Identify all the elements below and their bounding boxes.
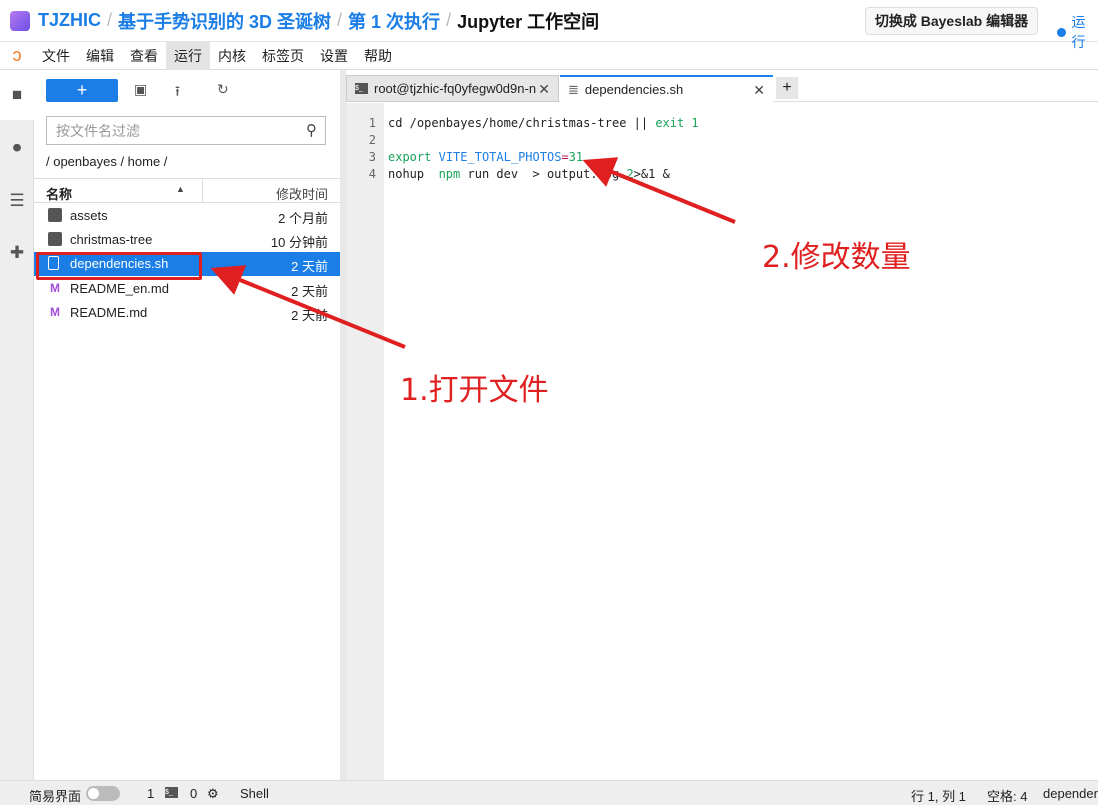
new-launcher-button[interactable]: + xyxy=(46,79,118,102)
file-row[interactable]: assets 2 个月前 xyxy=(34,204,340,228)
file-browser: + ▣ ⭱ ↻ 按文件名过滤 ⚲ / openbayes / home / 名称 … xyxy=(34,70,340,780)
simple-mode-label: 简易界面 xyxy=(29,789,82,804)
filter-input[interactable]: 按文件名过滤 ⚲ xyxy=(46,116,326,145)
terminal-icon: $_ xyxy=(355,83,368,94)
kernel-count[interactable]: 0 xyxy=(190,786,197,801)
file-name: README.md xyxy=(70,305,148,320)
code-line: nohup npm run dev > output.log 2>&1 & xyxy=(388,167,670,181)
column-modified[interactable]: 修改时间 xyxy=(276,184,328,203)
markdown-icon: M xyxy=(50,305,60,319)
file-list-header: 名称 ▲ 修改时间 xyxy=(34,178,340,203)
code-line: export VITE_TOTAL_PHOTOS=31 xyxy=(388,150,584,164)
file-time: 2 个月前 xyxy=(278,211,328,226)
terminal-icon: $_ xyxy=(165,787,178,798)
tab-label: dependencies.sh xyxy=(584,82,684,97)
breadcrumb-current: Jupyter 工作空间 xyxy=(457,11,600,32)
sort-asc-icon: ▲ xyxy=(176,184,185,194)
menu-settings[interactable]: 设置 xyxy=(312,42,356,70)
new-tab-button[interactable]: + xyxy=(776,77,798,99)
tab-bar: $_ root@tjzhic-fq0yfegw0d9n-n ✕ ≣ dependenc… xyxy=(346,75,1098,102)
menu-run[interactable]: 运行 xyxy=(166,41,210,70)
annotation-step1: 1.打开文件 xyxy=(400,373,549,408)
file-time: 2 天前 xyxy=(291,308,328,323)
upload-icon[interactable]: ⭱ xyxy=(175,81,180,105)
menu-bar: ↄ 文件 编辑 查看 运行 内核 标签页 设置 帮助 xyxy=(0,41,1098,70)
menu-tabs[interactable]: 标签页 xyxy=(254,42,312,70)
activity-bar: ■ ⏺ ☰ ✚ xyxy=(0,70,34,780)
annotation-step2: 2.修改数量 xyxy=(762,240,911,275)
menu-file[interactable]: 文件 xyxy=(34,42,78,70)
current-path[interactable]: / openbayes / home / xyxy=(46,154,167,169)
status-bar: 简易界面 1 $_ 0 ⚙ Shell 行 1, 列 1 空格: 4 depen… xyxy=(0,780,1098,805)
app-logo xyxy=(10,10,30,31)
toc-icon[interactable]: ☰ xyxy=(7,191,27,211)
column-name[interactable]: 名称 xyxy=(46,184,72,203)
folder-icon xyxy=(48,232,62,246)
text-file-icon: ≣ xyxy=(568,81,579,97)
markdown-icon: M xyxy=(50,281,60,295)
file-time: 2 天前 xyxy=(291,284,328,299)
new-folder-icon[interactable]: ▣ xyxy=(134,81,147,98)
menu-edit[interactable]: 编辑 xyxy=(78,42,122,70)
folder-icon xyxy=(48,208,62,222)
tab-label: root@tjzhic-fq0yfegw0d9n-n xyxy=(374,81,537,96)
menu-help[interactable]: 帮助 xyxy=(356,42,400,70)
running-icon[interactable]: ⏺ xyxy=(7,138,27,158)
tab-terminal[interactable]: $_ root@tjzhic-fq0yfegw0d9n-n ✕ xyxy=(346,75,559,102)
file-row[interactable]: M README.md 2 天前 xyxy=(34,301,340,325)
switch-editor-button[interactable]: 切换成 Bayeslab 编辑器 xyxy=(865,7,1038,35)
line-number: 1 xyxy=(368,116,376,130)
simple-mode-toggle[interactable] xyxy=(86,786,120,801)
search-icon: ⚲ xyxy=(306,122,317,139)
menu-view[interactable]: 查看 xyxy=(122,42,166,70)
file-time: 2 天前 xyxy=(291,259,328,274)
shell-label: Shell xyxy=(240,786,269,801)
folder-icon[interactable]: ■ xyxy=(7,85,27,105)
file-name: assets xyxy=(70,208,108,223)
breadcrumb: TJZHIC / 基于手势识别的 3D 圣诞树 / 第 1 次执行 / Jupyter… xyxy=(38,8,599,34)
refresh-icon[interactable]: ↻ xyxy=(217,81,229,98)
code-line: cd /openbayes/home/christmas-tree || exi… xyxy=(388,116,699,130)
kernel-icon: ⚙ xyxy=(207,786,219,801)
file-row[interactable]: christmas-tree 10 分钟前 xyxy=(34,228,340,252)
code-editor[interactable]: 1 2 3 4 cd /openbayes/home/christmas-tre… xyxy=(346,103,1098,780)
tab-dependencies[interactable]: ≣ dependencies.sh ✕ xyxy=(560,75,773,102)
menu-kernel[interactable]: 内核 xyxy=(210,42,254,70)
file-name: christmas-tree xyxy=(70,232,153,247)
terminal-count[interactable]: 1 xyxy=(147,786,154,801)
file-row[interactable]: M README_en.md 2 天前 xyxy=(34,277,340,301)
line-number: 3 xyxy=(368,150,376,164)
extension-icon[interactable]: ✚ xyxy=(7,243,27,263)
title-bar: TJZHIC / 基于手势识别的 3D 圣诞树 / 第 1 次执行 / Jupyter… xyxy=(0,0,1098,50)
current-file: dependencies.sh xyxy=(1043,786,1098,801)
breadcrumb-run[interactable]: 第 1 次执行 xyxy=(348,8,440,34)
cursor-position[interactable]: 行 1, 列 1 xyxy=(911,786,966,805)
jupyter-logo-icon: ↄ xyxy=(12,45,22,65)
breadcrumb-org[interactable]: TJZHIC xyxy=(38,10,101,31)
close-icon[interactable]: ✕ xyxy=(538,81,550,98)
indent-setting[interactable]: 空格: 4 xyxy=(987,786,1027,805)
file-name: README_en.md xyxy=(70,281,169,296)
line-gutter: 1 2 3 4 xyxy=(346,103,384,780)
file-time: 10 分钟前 xyxy=(270,235,328,250)
status-dot-icon xyxy=(1057,27,1066,37)
highlight-box xyxy=(36,252,202,280)
breadcrumb-project[interactable]: 基于手势识别的 3D 圣诞树 xyxy=(118,8,331,34)
line-number: 2 xyxy=(368,133,376,147)
close-icon[interactable]: ✕ xyxy=(753,82,765,99)
filter-placeholder: 按文件名过滤 xyxy=(56,122,140,139)
line-number: 4 xyxy=(368,167,376,181)
